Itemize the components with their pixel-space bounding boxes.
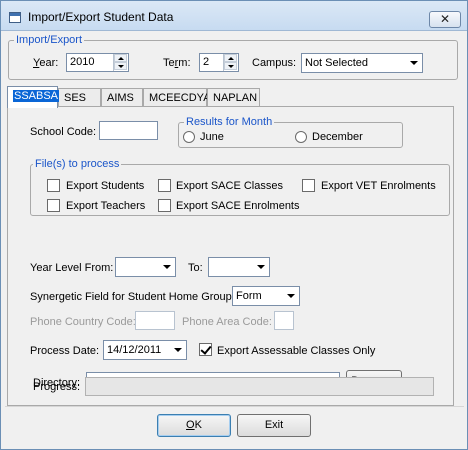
tab-mceecdya[interactable]: MCEECDYA — [143, 88, 211, 107]
export-students-label: Export Students — [66, 180, 145, 192]
chevron-down-icon[interactable] — [283, 288, 298, 304]
tab-aims[interactable]: AIMS — [101, 88, 143, 107]
import-export-group: Import/Export Year: 2010 Term: 2 Campus:… — [8, 34, 458, 80]
tab-ssabsa[interactable]: SSABSA — [7, 86, 60, 108]
export-students-checkbox[interactable] — [47, 179, 60, 192]
export-sace-classes-label: Export SACE Classes — [176, 180, 283, 192]
import-export-window: Import/Export Student Data ✕ Import/Expo… — [0, 0, 468, 450]
export-sace-enrolments-checkbox[interactable] — [158, 199, 171, 212]
term-down-icon[interactable] — [224, 62, 237, 70]
tab-ses[interactable]: SES — [58, 88, 101, 107]
phone-area-code-label: Phone Area Code: — [182, 316, 272, 328]
term-up-icon[interactable] — [224, 54, 237, 62]
phone-country-code-label: Phone Country Code: — [30, 316, 136, 328]
year-spinner[interactable]: 2010 — [66, 53, 129, 72]
export-teachers-checkbox[interactable] — [47, 199, 60, 212]
export-sace-enrolments-label: Export SACE Enrolments — [176, 200, 300, 212]
close-button[interactable]: ✕ — [429, 11, 461, 28]
dialog-client: Import/Export Year: 2010 Term: 2 Campus:… — [5, 32, 464, 446]
year-level-from-select[interactable] — [115, 257, 176, 277]
calendar-dropdown-icon[interactable] — [170, 342, 185, 358]
title-bar: Import/Export Student Data ✕ — [1, 1, 467, 31]
process-date-value: 14/12/2011 — [107, 344, 162, 356]
year-level-to-select[interactable] — [208, 257, 270, 277]
export-vet-enrolments-checkbox[interactable] — [302, 179, 315, 192]
results-for-month-legend: Results for Month — [184, 116, 275, 128]
year-up-icon[interactable] — [114, 54, 127, 62]
synergetic-field-value: Form — [236, 290, 262, 302]
school-code-input[interactable] — [99, 121, 158, 140]
chevron-down-icon[interactable] — [406, 55, 421, 71]
close-icon: ✕ — [439, 12, 451, 26]
export-vet-enrolments-label: Export VET Enrolments — [321, 180, 436, 192]
synergetic-field-select[interactable]: Form — [232, 286, 300, 306]
phone-area-code-input[interactable] — [274, 311, 294, 330]
year-value: 2010 — [70, 56, 95, 68]
import-export-legend: Import/Export — [14, 34, 85, 46]
term-spinner[interactable]: 2 — [199, 53, 239, 72]
footer-separator — [5, 406, 464, 407]
tab-naplan[interactable]: NAPLAN — [207, 88, 260, 107]
window-title: Import/Export Student Data — [28, 10, 174, 24]
window-icon — [9, 12, 21, 23]
export-teachers-label: Export Teachers — [66, 200, 146, 212]
school-code-label: School Code: — [30, 126, 97, 138]
process-date-label: Process Date: — [30, 345, 100, 357]
june-label: June — [200, 131, 224, 143]
december-label: December — [312, 131, 363, 143]
ssabsa-panel: School Code: Results for Month June Dece… — [7, 106, 454, 406]
exit-button[interactable]: Exit — [237, 414, 311, 437]
files-to-process-group: File(s) to process Export Students Expor… — [30, 158, 450, 216]
term-value: 2 — [203, 56, 210, 68]
campus-label: Campus: — [252, 57, 297, 69]
progress-bar — [85, 377, 434, 396]
year-level-to-label: To: — [188, 262, 203, 274]
phone-country-code-input[interactable] — [135, 311, 175, 330]
results-for-month-group: Results for Month June December — [178, 116, 403, 148]
export-assessable-classes-label: Export Assessable Classes Only — [217, 345, 376, 357]
files-legend: File(s) to process — [33, 158, 122, 170]
export-sace-classes-checkbox[interactable] — [158, 179, 171, 192]
process-date-picker[interactable]: 14/12/2011 — [103, 340, 187, 360]
year-label: Year: — [33, 57, 59, 69]
december-radio[interactable] — [295, 131, 307, 143]
progress-label: Progress: — [33, 381, 81, 393]
campus-value: Not Selected — [305, 57, 368, 69]
june-radio[interactable] — [183, 131, 195, 143]
term-label: Term: — [163, 57, 191, 69]
ok-button[interactable]: OK — [157, 414, 231, 437]
export-assessable-classes-checkbox[interactable] — [199, 343, 212, 356]
year-level-from-label: Year Level From: — [30, 262, 114, 274]
campus-select[interactable]: Not Selected — [301, 53, 423, 73]
chevron-down-icon[interactable] — [159, 259, 174, 275]
year-down-icon[interactable] — [114, 62, 127, 70]
chevron-down-icon[interactable] — [253, 259, 268, 275]
synergetic-field-label: Synergetic Field for Student Home Group: — [30, 291, 235, 303]
